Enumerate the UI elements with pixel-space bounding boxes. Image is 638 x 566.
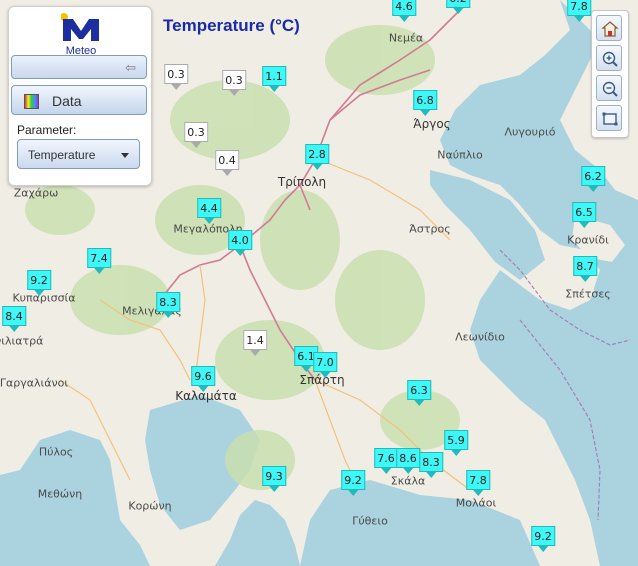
station-marker[interactable]: 8.3 xyxy=(156,292,180,318)
place-label-methoni: Μεθώνη xyxy=(37,487,83,501)
station-marker[interactable]: 0.3 xyxy=(164,64,188,90)
station-marker[interactable]: 2.8 xyxy=(305,144,329,170)
station-marker[interactable]: 1.1 xyxy=(262,66,286,92)
place-label-nafplio: Ναύπλιο xyxy=(437,148,483,162)
zoom-in-button[interactable] xyxy=(596,45,622,71)
collapse-panel-button[interactable]: ⇦ xyxy=(11,55,147,79)
station-marker[interactable]: 7.8 xyxy=(567,0,591,22)
control-panel: Meteo ⇦ Data Parameter: Temperature xyxy=(8,6,152,186)
place-label-koroni: Κορώνη xyxy=(128,499,172,513)
zoom-out-button[interactable] xyxy=(596,75,622,101)
parameter-select-value: Temperature xyxy=(28,148,96,162)
meteo-logo-icon xyxy=(60,13,99,41)
station-marker[interactable]: 8.7 xyxy=(573,256,597,282)
place-label-nemea: Νεμέα xyxy=(388,31,424,45)
place-label-pylos: Πύλος xyxy=(38,445,74,459)
zoom-in-icon xyxy=(602,51,618,67)
station-marker[interactable]: 8.4 xyxy=(2,306,26,332)
station-marker[interactable]: 6.2 xyxy=(446,0,470,14)
station-marker[interactable]: 0.3 xyxy=(184,122,208,148)
zoom-out-icon xyxy=(602,81,618,97)
place-label-kranidi: Κρανίδι xyxy=(567,233,609,247)
station-marker[interactable]: 6.8 xyxy=(413,90,437,116)
place-label-tripoli: Τρίπολη xyxy=(277,175,327,189)
station-marker[interactable]: 4.4 xyxy=(197,198,221,224)
data-button[interactable]: Data xyxy=(11,85,147,115)
place-label-astros: Άστρος xyxy=(409,222,451,236)
place-label-argos: Άργος xyxy=(413,117,451,131)
place-label-leonidio: Λεωνίδιο xyxy=(455,330,505,344)
color-scale-icon xyxy=(24,94,39,109)
station-marker[interactable]: 5.9 xyxy=(444,430,468,456)
place-label-gargalianoi: Γαργαλιάνοι xyxy=(0,376,69,390)
station-marker[interactable]: 9.6 xyxy=(191,366,215,392)
map-title: Temperature (°C) xyxy=(163,16,300,35)
place-label-filiatra: Φιλιατρά xyxy=(0,334,44,348)
home-icon xyxy=(601,21,619,37)
home-button[interactable] xyxy=(596,15,622,41)
place-label-gytheio: Γύθειο xyxy=(352,514,388,528)
station-marker[interactable]: 9.2 xyxy=(341,470,365,496)
arrow-left-icon: ⇦ xyxy=(125,60,136,75)
station-marker[interactable]: 0.3 xyxy=(222,70,246,96)
place-label-spetses: Σπέτσες xyxy=(565,287,611,301)
station-marker[interactable]: 1.4 xyxy=(243,330,267,356)
station-marker[interactable]: 9.2 xyxy=(27,270,51,296)
station-marker[interactable]: 8.6 xyxy=(396,448,420,474)
zoom-extent-button[interactable] xyxy=(596,105,622,131)
station-marker[interactable]: 9.2 xyxy=(531,526,555,552)
station-marker[interactable]: 6.3 xyxy=(407,380,431,406)
place-label-lygourio: Λυγουριό xyxy=(504,125,556,139)
station-marker[interactable]: 4.0 xyxy=(228,230,252,256)
parameter-label: Parameter: xyxy=(17,123,77,137)
station-marker[interactable]: 6.5 xyxy=(572,202,596,228)
map-toolbar xyxy=(591,10,629,138)
station-marker[interactable]: 0.4 xyxy=(215,150,239,176)
data-button-label: Data xyxy=(52,93,82,109)
station-marker[interactable]: 9.3 xyxy=(262,466,286,492)
station-marker[interactable]: 7.6 xyxy=(374,448,398,474)
station-marker[interactable]: 8.3 xyxy=(419,452,443,478)
chevron-down-icon xyxy=(121,153,129,158)
station-marker[interactable]: 7.0 xyxy=(313,352,337,378)
meteo-logo: Meteo xyxy=(60,13,101,57)
station-marker[interactable]: 7.8 xyxy=(466,470,490,496)
parameter-select[interactable]: Temperature xyxy=(17,139,140,169)
station-marker[interactable]: 7.4 xyxy=(87,248,111,274)
place-label-zacharo: Ζαχάρω xyxy=(13,186,59,200)
zoom-extent-icon xyxy=(602,112,618,126)
station-marker[interactable]: 6.2 xyxy=(581,166,605,192)
place-label-molaoi: Μολάοι xyxy=(455,496,497,510)
station-marker[interactable]: 4.6 xyxy=(392,0,416,22)
